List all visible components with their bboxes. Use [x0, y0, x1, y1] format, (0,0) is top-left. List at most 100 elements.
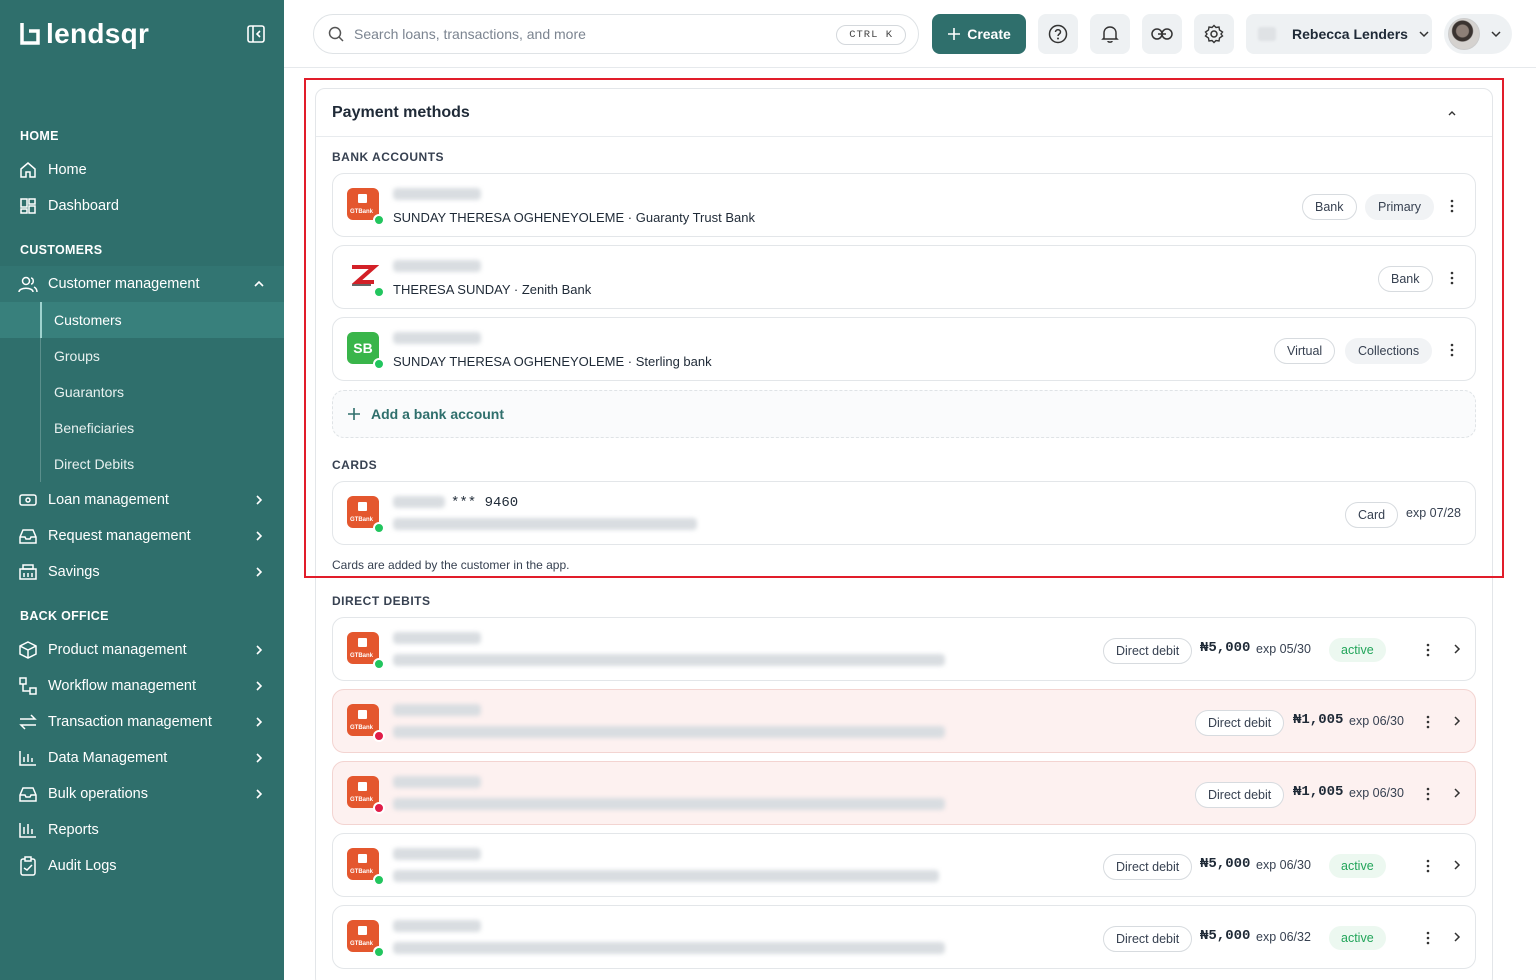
- debit-amount: ₦5,000: [1200, 856, 1251, 872]
- gtbank-logo: GTBank: [347, 848, 385, 886]
- direct-debit-row[interactable]: GTBank Direct debit ₦5,000 exp 06/30 act…: [332, 833, 1476, 897]
- chevron-down-icon: [1419, 31, 1429, 38]
- sidebar-item-workflow-management[interactable]: Workflow management: [0, 668, 284, 704]
- more-options-icon[interactable]: [1444, 340, 1460, 360]
- sidebar-item-customer-management[interactable]: Customer management: [0, 266, 284, 302]
- savings-icon: [18, 562, 38, 582]
- tag-direct-debit: Direct debit: [1195, 782, 1285, 808]
- more-options-icon[interactable]: [1420, 928, 1436, 948]
- more-options-icon[interactable]: [1420, 784, 1436, 804]
- sidebar-item-label: Product management: [48, 642, 187, 658]
- bank-account-row[interactable]: SB SUNDAY THERESA OGHENEYOLEME · Sterlin…: [332, 317, 1476, 381]
- mandate-details-redacted: [393, 942, 945, 954]
- mandate-details-redacted: [393, 870, 939, 882]
- organization-switcher[interactable]: Rebecca Lenders: [1246, 14, 1432, 54]
- status-badge: active: [1329, 638, 1386, 662]
- box-icon: [18, 640, 38, 660]
- sidebar-subitem-guarantors[interactable]: Guarantors: [0, 374, 284, 410]
- chevron-right-icon: [256, 645, 263, 655]
- chevron-right-icon[interactable]: [1450, 786, 1464, 800]
- customer-submenu: Customers Groups Guarantors Beneficiarie…: [0, 302, 284, 482]
- gear-icon: [1204, 24, 1224, 44]
- sidebar-item-bulk-operations[interactable]: Bulk operations: [0, 776, 284, 812]
- account-number-redacted: [393, 188, 481, 200]
- tag-direct-debit: Direct debit: [1103, 854, 1193, 880]
- more-options-icon[interactable]: [1420, 856, 1436, 876]
- status-dot: [373, 522, 385, 534]
- sidebar-item-dashboard[interactable]: Dashboard: [0, 188, 284, 224]
- more-options-icon[interactable]: [1420, 712, 1436, 732]
- debit-amount: ₦5,000: [1200, 640, 1251, 656]
- direct-debit-row[interactable]: GTBank Direct debit ₦1,005 exp 06/30: [332, 689, 1476, 753]
- tag-primary: Primary: [1365, 194, 1435, 220]
- sidebar-item-savings[interactable]: Savings: [0, 554, 284, 590]
- direct-debit-row[interactable]: GTBank Direct debit ₦5,000 exp 05/30 act…: [332, 617, 1476, 681]
- chevron-right-icon: [256, 717, 263, 727]
- settings-button[interactable]: [1194, 14, 1234, 54]
- debit-expiry: exp 05/30: [1256, 642, 1311, 656]
- bank-account-row[interactable]: THERESA SUNDAY · Zenith Bank Bank: [332, 245, 1476, 309]
- tag-virtual: Virtual: [1274, 338, 1336, 364]
- link-button[interactable]: [1142, 14, 1182, 54]
- bank-account-row[interactable]: GTBank SUNDAY THERESA OGHENEYOLEME · Gua…: [332, 173, 1476, 237]
- gtbank-logo: GTBank: [347, 496, 385, 534]
- clipboard-icon: [18, 856, 38, 876]
- panel-header[interactable]: Payment methods: [316, 89, 1492, 137]
- sidebar-item-loan-management[interactable]: Loan management: [0, 482, 284, 518]
- direct-debit-row[interactable]: GTBank Direct debit ₦5,000 exp 06/32 act…: [332, 905, 1476, 969]
- chevron-right-icon[interactable]: [1450, 642, 1464, 656]
- create-button[interactable]: Create: [932, 14, 1026, 54]
- card-number: *** 9460: [451, 495, 519, 511]
- direct-debit-row[interactable]: GTBank Direct debit ₦1,005 exp 06/30: [332, 761, 1476, 825]
- search-input[interactable]: [354, 26, 814, 42]
- home-icon: [18, 160, 38, 180]
- sidebar-item-reports[interactable]: Reports: [0, 812, 284, 848]
- sidebar-item-request-management[interactable]: Request management: [0, 518, 284, 554]
- topbar: CTRL K Create Rebecca Lenders: [284, 0, 1536, 68]
- chevron-up-icon[interactable]: [1446, 107, 1458, 119]
- mandate-id-redacted: [393, 704, 481, 716]
- more-options-icon[interactable]: [1444, 196, 1460, 216]
- sidebar-item-label: Request management: [48, 528, 191, 544]
- link-icon: [1151, 28, 1173, 40]
- chevron-right-icon[interactable]: [1450, 714, 1464, 728]
- card-row[interactable]: GTBank *** 9460 Card exp 07/28: [332, 481, 1476, 545]
- account-holder: THERESA SUNDAY · Zenith Bank: [393, 282, 592, 297]
- help-icon: [1048, 24, 1068, 44]
- sterling-logo-text: SB: [353, 340, 373, 356]
- sidebar-item-label: Loan management: [48, 492, 169, 508]
- more-options-icon[interactable]: [1444, 268, 1460, 288]
- mandate-id-redacted: [393, 776, 481, 788]
- sidebar-item-product-management[interactable]: Product management: [0, 632, 284, 668]
- brand-logo[interactable]: lendsqr: [20, 18, 149, 50]
- chevron-right-icon[interactable]: [1450, 858, 1464, 872]
- user-menu[interactable]: [1444, 14, 1512, 54]
- sidebar-item-label: Audit Logs: [48, 858, 117, 874]
- chevron-right-icon: [256, 567, 263, 577]
- cards-note: Cards are added by the customer in the a…: [332, 558, 570, 572]
- add-bank-account-button[interactable]: Add a bank account: [332, 390, 1476, 438]
- card-holder-redacted: [393, 518, 697, 530]
- sidebar-subitem-customers[interactable]: Customers: [0, 302, 284, 338]
- sidebar-subitem-beneficiaries[interactable]: Beneficiaries: [0, 410, 284, 446]
- sidebar-subitem-groups[interactable]: Groups: [0, 338, 284, 374]
- status-dot: [373, 658, 385, 670]
- sidebar-item-home[interactable]: Home: [0, 152, 284, 188]
- global-search[interactable]: CTRL K: [313, 14, 919, 54]
- sidebar-item-data-management[interactable]: Data Management: [0, 740, 284, 776]
- sidebar-item-transaction-management[interactable]: Transaction management: [0, 704, 284, 740]
- gtbank-logo: GTBank: [347, 776, 385, 814]
- sidebar-subitem-direct-debits[interactable]: Direct Debits: [0, 446, 284, 482]
- help-button[interactable]: [1038, 14, 1078, 54]
- notifications-button[interactable]: [1090, 14, 1130, 54]
- more-options-icon[interactable]: [1420, 640, 1436, 660]
- collapse-sidebar-icon[interactable]: [246, 24, 266, 44]
- sidebar-item-label: Transaction management: [48, 714, 212, 730]
- chevron-right-icon[interactable]: [1450, 930, 1464, 944]
- status-dot: [373, 874, 385, 886]
- sidebar-item-audit-logs[interactable]: Audit Logs: [0, 848, 284, 884]
- chevron-right-icon: [256, 753, 263, 763]
- chevron-right-icon: [256, 495, 263, 505]
- debit-amount: ₦5,000: [1200, 928, 1251, 944]
- debit-amount: ₦1,005: [1293, 784, 1344, 800]
